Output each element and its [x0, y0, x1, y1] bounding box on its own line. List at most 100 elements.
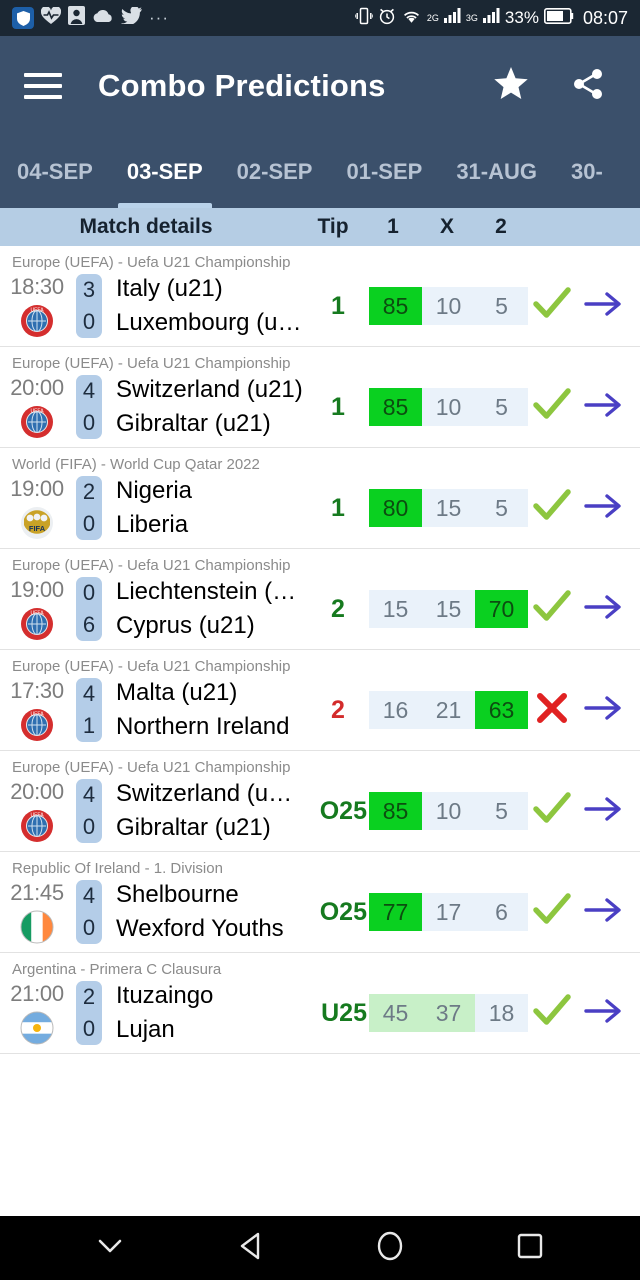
- recents-square-icon: [516, 1232, 544, 1265]
- wifi-icon: [401, 8, 422, 29]
- date-tab[interactable]: 30-: [554, 136, 620, 208]
- uefa-badge-icon: UEFA: [20, 809, 54, 843]
- kickoff-time: 20:00: [10, 375, 64, 400]
- match-row[interactable]: World (FIFA) - World Cup Qatar 2022 19:00…: [0, 448, 640, 549]
- match-row[interactable]: Europe (UEFA) - Uefa U21 Championship 20:…: [0, 347, 640, 448]
- heart-pulse-icon: [40, 5, 62, 30]
- match-row[interactable]: Europe (UEFA) - Uefa U21 Championship 17:…: [0, 650, 640, 751]
- result-indicator: [528, 993, 576, 1033]
- open-match-button[interactable]: [576, 895, 632, 930]
- open-match-button[interactable]: [576, 996, 632, 1031]
- date-tabs: 04-SEP 03-SEP 02-SEP 01-SEP 31-AUG 30-: [0, 136, 640, 208]
- recents-square-button[interactable]: [495, 1216, 565, 1280]
- uefa-badge-icon: UEFA: [20, 405, 54, 439]
- date-tab[interactable]: 02-SEP: [220, 136, 330, 208]
- odds-cell: 45: [382, 999, 409, 1026]
- away-score: 6: [82, 612, 96, 637]
- open-match-button[interactable]: [576, 289, 632, 324]
- league-name: Europe (UEFA) - Uefa U21 Championship: [12, 254, 291, 271]
- team-names: Nigeria Liberia: [104, 479, 307, 537]
- date-tab[interactable]: 31-AUG: [439, 136, 554, 208]
- uefa-badge-icon: UEFA: [20, 304, 54, 338]
- match-row[interactable]: Europe (UEFA) - Uefa U21 Championship 20:…: [0, 751, 640, 852]
- tip-label: 1: [331, 392, 345, 421]
- home-circle-button[interactable]: [355, 1216, 425, 1280]
- date-tab[interactable]: 03-SEP: [110, 136, 220, 208]
- match-row[interactable]: Republic Of Ireland - 1. Division 21:45 4 0…: [0, 852, 640, 953]
- home-score: 4: [82, 681, 96, 706]
- prediction-block: U25 45 37 18: [297, 993, 640, 1033]
- status-bar-left-icons: ···: [12, 5, 169, 30]
- check-icon: [533, 589, 571, 629]
- match-row[interactable]: Europe (UEFA) - Uefa U21 Championship 18:…: [0, 246, 640, 347]
- match-row[interactable]: Argentina - Primera C Clausura 21:00 2 0 Itu…: [0, 953, 640, 1054]
- away-score: 0: [82, 1016, 96, 1041]
- open-match-button[interactable]: [576, 491, 632, 526]
- time-and-flag: 20:00 UEFA: [0, 779, 74, 843]
- odds-cell: 10: [435, 797, 462, 824]
- away-team-name: Lujan: [116, 1018, 175, 1042]
- team-names: Shelbourne Wexford Youths: [104, 883, 297, 941]
- signal-bars-icon: [443, 8, 461, 28]
- status-bar-right-icons: 2G 3G 33% 08:07: [354, 7, 628, 30]
- odds-cell: 21: [435, 696, 462, 723]
- hamburger-menu-icon[interactable]: [24, 73, 62, 99]
- argentina-flag-icon: [20, 1011, 54, 1045]
- open-match-button[interactable]: [576, 693, 632, 728]
- hide-keyboard-chevron-icon: [95, 1235, 125, 1262]
- tip-label: O25: [319, 796, 367, 825]
- prediction-block: 1 80 15 5: [307, 488, 640, 528]
- match-row[interactable]: Europe (UEFA) - Uefa U21 Championship 19:…: [0, 549, 640, 650]
- odds-cell: 85: [369, 388, 422, 426]
- odds-cell: 10: [435, 292, 462, 319]
- odds-cell: 6: [495, 898, 508, 925]
- svg-text:UEFA: UEFA: [30, 813, 44, 819]
- share-icon[interactable]: [572, 68, 604, 105]
- page-title: Combo Predictions: [98, 68, 386, 103]
- network-type-1-label: 2G: [426, 13, 439, 23]
- time-and-flag: 18:30 UEFA: [0, 274, 74, 338]
- odds-cell: 5: [495, 494, 508, 521]
- away-team-name: Northern Ireland: [116, 715, 290, 739]
- score-column: 40: [76, 880, 102, 944]
- hide-keyboard-chevron-button[interactable]: [75, 1216, 145, 1280]
- alarm-clock-icon: [378, 7, 396, 30]
- status-bar: ··· 2G 3G 33% 08:07: [0, 0, 640, 36]
- back-triangle-button[interactable]: [215, 1216, 285, 1280]
- arrow-right-icon: [584, 390, 624, 425]
- date-tab[interactable]: 01-SEP: [329, 136, 439, 208]
- time-and-flag: 21:00: [0, 981, 74, 1045]
- column-header-match-details: Match details: [79, 215, 213, 238]
- away-team-name: Luxembourg (u21): [116, 311, 307, 335]
- open-match-button[interactable]: [576, 794, 632, 829]
- column-header-tip: Tip: [317, 215, 349, 238]
- away-team-name: Cyprus (u21): [116, 614, 255, 638]
- home-score: 3: [82, 277, 96, 302]
- prediction-block: O25 77 17 6: [297, 892, 640, 932]
- shield-icon: [12, 7, 34, 29]
- tip-label: 1: [331, 291, 345, 320]
- table-header: Match details Tip 1 X 2: [0, 208, 640, 246]
- away-team-name: Wexford Youths: [116, 917, 284, 941]
- score-column: 41: [76, 678, 102, 742]
- odds-cell: 16: [382, 696, 409, 723]
- home-team-name: Switzerland (u21): [116, 378, 303, 402]
- open-match-button[interactable]: [576, 390, 632, 425]
- open-match-button[interactable]: [576, 592, 632, 627]
- league-name: Argentina - Primera C Clausura: [12, 961, 222, 978]
- home-team-name: Shelbourne: [116, 883, 239, 907]
- home-score: 4: [82, 883, 96, 908]
- uefa-badge-icon: UEFA: [20, 708, 54, 742]
- home-score: 2: [82, 479, 96, 504]
- odds-row: 15 15 70: [369, 590, 528, 628]
- fifa-badge-icon: FIFA: [20, 506, 54, 540]
- svg-text:UEFA: UEFA: [30, 712, 44, 718]
- arrow-right-icon: [584, 491, 624, 526]
- home-team-name: Ituzaingo: [116, 984, 214, 1008]
- odds-cell: 37: [435, 999, 462, 1026]
- time-and-flag: 19:00 FIFA: [0, 476, 74, 540]
- star-icon[interactable]: [494, 67, 528, 105]
- column-header-1: 1: [387, 215, 399, 238]
- match-row-body: 20:00 UEFA 4 0 Switzerland (u21) Gibraltar (u…: [0, 375, 640, 439]
- date-tab[interactable]: 04-SEP: [0, 136, 110, 208]
